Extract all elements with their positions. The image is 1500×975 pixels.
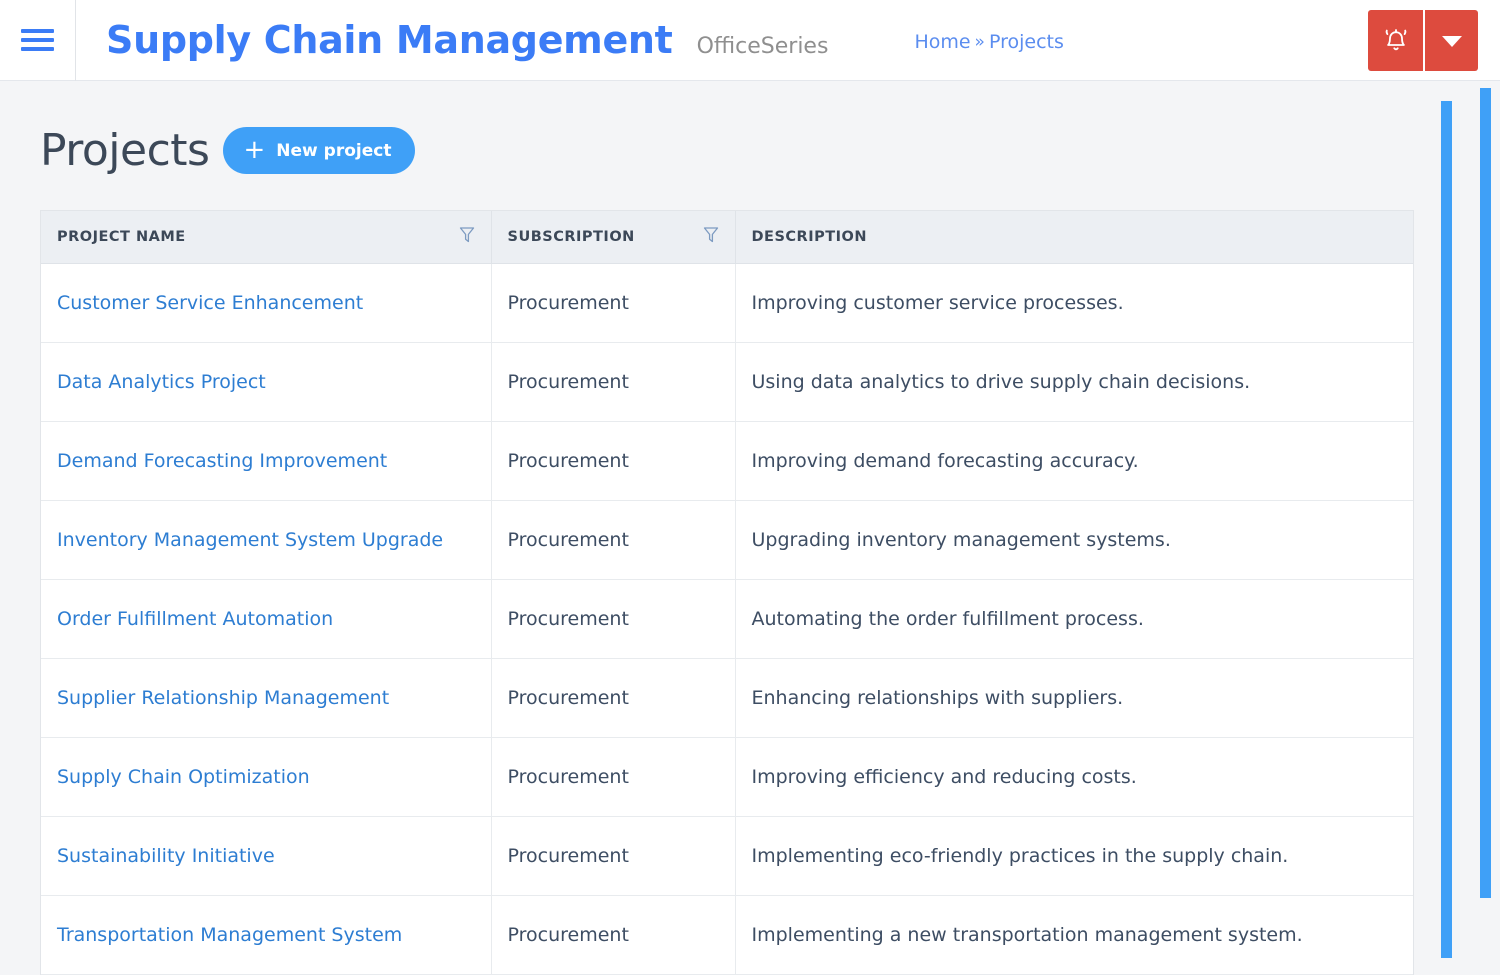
table-row[interactable]: Supplier Relationship Management Procure…: [41, 658, 1413, 738]
table-row[interactable]: Inventory Management System Upgrade Proc…: [41, 500, 1413, 580]
column-header-label: PROJECT NAME: [57, 228, 186, 245]
new-project-button[interactable]: + New project: [223, 127, 416, 174]
cell-subscription: Procurement: [490, 737, 735, 817]
filter-icon[interactable]: [459, 226, 475, 247]
table-body: Customer Service Enhancement Procurement…: [41, 263, 1413, 975]
cell-subscription: Procurement: [490, 658, 735, 738]
column-header-label: DESCRIPTION: [751, 228, 867, 245]
cell-description: Using data analytics to drive supply cha…: [734, 342, 1413, 422]
column-header-subscription[interactable]: SUBSCRIPTION: [490, 211, 735, 264]
table-row[interactable]: Transportation Management System Procure…: [41, 895, 1413, 975]
hamburger-menu-icon[interactable]: [0, 0, 75, 81]
cell-subscription: Procurement: [490, 421, 735, 501]
hamburger-bar: [21, 29, 54, 33]
plus-icon: +: [243, 134, 266, 165]
column-header-label: SUBSCRIPTION: [507, 228, 635, 245]
new-project-button-label: New project: [276, 140, 392, 161]
project-link[interactable]: Order Fulfillment Automation: [57, 608, 333, 630]
cell-subscription: Procurement: [490, 342, 735, 422]
project-link[interactable]: Transportation Management System: [57, 924, 402, 946]
cell-project-name: Demand Forecasting Improvement: [41, 421, 491, 501]
page-scrollbar-thumb[interactable]: [1480, 88, 1491, 898]
breadcrumb-separator: »: [974, 32, 985, 52]
project-link[interactable]: Supply Chain Optimization: [57, 766, 310, 788]
cell-project-name: Order Fulfillment Automation: [41, 579, 491, 659]
cell-subscription: Procurement: [490, 579, 735, 659]
project-link[interactable]: Supplier Relationship Management: [57, 687, 389, 709]
breadcrumb-link-projects[interactable]: Projects: [989, 31, 1064, 53]
app-title: Supply Chain Management: [106, 18, 673, 62]
app-subtitle: OfficeSeries: [696, 34, 829, 59]
column-header-description[interactable]: DESCRIPTION: [734, 211, 1413, 264]
table-header-row: PROJECT NAME SUBSCRIPTION DESCRIPTION: [41, 211, 1413, 264]
project-link[interactable]: Sustainability Initiative: [57, 845, 275, 867]
filter-icon[interactable]: [703, 226, 719, 247]
inner-content-scrollbar-thumb[interactable]: [1441, 101, 1452, 958]
project-link[interactable]: Inventory Management System Upgrade: [57, 529, 443, 551]
cell-subscription: Procurement: [490, 816, 735, 896]
cell-subscription: Procurement: [490, 895, 735, 975]
table-row[interactable]: Order Fulfillment Automation Procurement…: [41, 579, 1413, 659]
header-dropdown-button[interactable]: [1423, 10, 1478, 71]
hamburger-bar: [21, 47, 54, 51]
cell-project-name: Supply Chain Optimization: [41, 737, 491, 817]
cell-description: Implementing eco-friendly practices in t…: [734, 816, 1413, 896]
cell-subscription: Procurement: [490, 500, 735, 580]
breadcrumb: Home » Projects: [914, 27, 1063, 53]
cell-description: Upgrading inventory management systems.: [734, 500, 1413, 580]
cell-project-name: Sustainability Initiative: [41, 816, 491, 896]
cell-description: Improving demand forecasting accuracy.: [734, 421, 1413, 501]
cell-project-name: Transportation Management System: [41, 895, 491, 975]
brand: Supply Chain Management OfficeSeries: [76, 21, 828, 59]
cell-project-name: Supplier Relationship Management: [41, 658, 491, 738]
table-row[interactable]: Sustainability Initiative Procurement Im…: [41, 816, 1413, 896]
page-header: Projects + New project: [0, 81, 1500, 174]
table-row[interactable]: Supply Chain Optimization Procurement Im…: [41, 737, 1413, 817]
cell-description: Enhancing relationships with suppliers.: [734, 658, 1413, 738]
breadcrumb-link-home[interactable]: Home: [914, 31, 970, 53]
bell-icon: [1383, 27, 1409, 55]
column-header-project-name[interactable]: PROJECT NAME: [41, 211, 491, 264]
project-link[interactable]: Customer Service Enhancement: [57, 292, 363, 314]
cell-project-name: Customer Service Enhancement: [41, 263, 491, 343]
table-row[interactable]: Customer Service Enhancement Procurement…: [41, 263, 1413, 343]
cell-project-name: Data Analytics Project: [41, 342, 491, 422]
cell-description: Improving customer service processes.: [734, 263, 1413, 343]
projects-table-container: PROJECT NAME SUBSCRIPTION DESCRIPTION Cu…: [40, 210, 1414, 975]
chevron-down-icon: [1441, 34, 1463, 48]
cell-subscription: Procurement: [490, 263, 735, 343]
project-link[interactable]: Demand Forecasting Improvement: [57, 450, 387, 472]
page-title: Projects: [40, 124, 210, 176]
page-content: Projects + New project PROJECT NAME SUBS…: [0, 81, 1500, 975]
table-row[interactable]: Data Analytics Project Procurement Using…: [41, 342, 1413, 422]
cell-description: Automating the order fulfillment process…: [734, 579, 1413, 659]
cell-description: Implementing a new transportation manage…: [734, 895, 1413, 975]
cell-project-name: Inventory Management System Upgrade: [41, 500, 491, 580]
table-row[interactable]: Demand Forecasting Improvement Procureme…: [41, 421, 1413, 501]
top-header-bar: Supply Chain Management OfficeSeries Hom…: [0, 0, 1500, 81]
projects-table: PROJECT NAME SUBSCRIPTION DESCRIPTION Cu…: [41, 211, 1413, 975]
notifications-button[interactable]: [1368, 10, 1423, 71]
cell-description: Improving efficiency and reducing costs.: [734, 737, 1413, 817]
project-link[interactable]: Data Analytics Project: [57, 371, 266, 393]
table-head: PROJECT NAME SUBSCRIPTION DESCRIPTION: [41, 211, 1413, 264]
hamburger-bar: [21, 38, 54, 42]
header-actions: [1368, 10, 1478, 71]
